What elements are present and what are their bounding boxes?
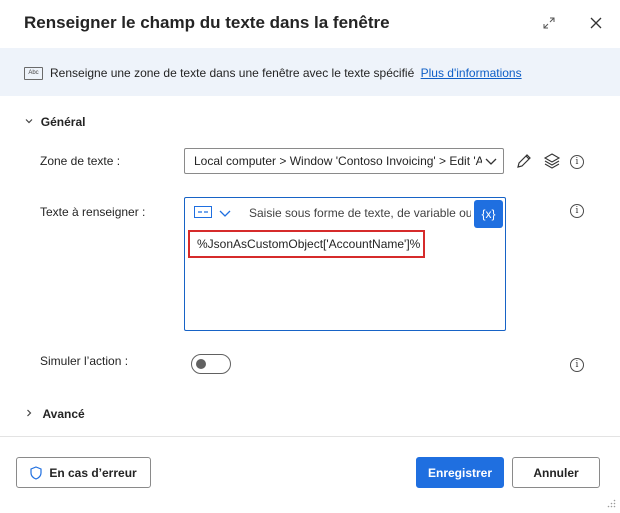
- layers-icon[interactable]: [543, 152, 561, 175]
- resize-grip-icon[interactable]: [606, 495, 616, 508]
- input-mode-dropdown[interactable]: [194, 205, 232, 223]
- info-icon[interactable]: i: [570, 358, 584, 372]
- on-error-label: En cas d’erreur: [49, 465, 137, 480]
- advanced-section-toggle[interactable]: Avancé: [24, 405, 85, 423]
- simuler-label: Simuler l’action :: [40, 354, 129, 368]
- toggle-knob: [196, 359, 206, 369]
- expand-icon[interactable]: [538, 12, 560, 34]
- general-header: Général: [40, 115, 86, 129]
- on-error-button[interactable]: En cas d’erreur: [16, 457, 151, 488]
- banner-text: Renseigne une zone de texte dans une fen…: [50, 66, 415, 80]
- cancel-button[interactable]: Annuler: [512, 457, 600, 488]
- advanced-header: Avancé: [42, 407, 85, 421]
- general-section-toggle[interactable]: Général: [24, 113, 85, 131]
- info-icon[interactable]: i: [570, 155, 584, 169]
- save-button[interactable]: Enregistrer: [416, 457, 504, 488]
- banner-description: Renseigne une zone de texte dans une fen…: [50, 66, 522, 80]
- info-icon[interactable]: i: [570, 204, 584, 218]
- texte-placeholder: Saisie sous forme de texte, de variable …: [249, 206, 471, 220]
- text-field-icon: [194, 205, 212, 223]
- more-info-link[interactable]: Plus d'informations: [421, 66, 522, 80]
- chevron-down-icon: [218, 205, 232, 223]
- simuler-toggle[interactable]: [191, 354, 231, 374]
- dialog-title: Renseigner le champ du texte dans la fen…: [24, 13, 390, 32]
- chevron-down-icon: [24, 118, 37, 129]
- shield-icon: [30, 465, 42, 480]
- footer-divider: [0, 436, 620, 437]
- chevron-right-icon: [24, 405, 38, 422]
- chevron-down-icon: [483, 153, 499, 172]
- zone-label: Zone de texte :: [40, 154, 121, 168]
- close-icon[interactable]: [585, 12, 607, 34]
- texte-label: Texte à renseigner :: [40, 205, 146, 219]
- text-abc-icon: Abc: [24, 67, 43, 80]
- texte-value-highlight[interactable]: %JsonAsCustomObject['AccountName']%: [188, 230, 425, 258]
- pencil-icon[interactable]: [515, 152, 533, 175]
- zone-value: Local computer > Window 'Contoso Invoici…: [194, 154, 482, 168]
- insert-variable-button[interactable]: {x}: [474, 200, 503, 228]
- zone-select[interactable]: Local computer > Window 'Contoso Invoici…: [184, 148, 504, 174]
